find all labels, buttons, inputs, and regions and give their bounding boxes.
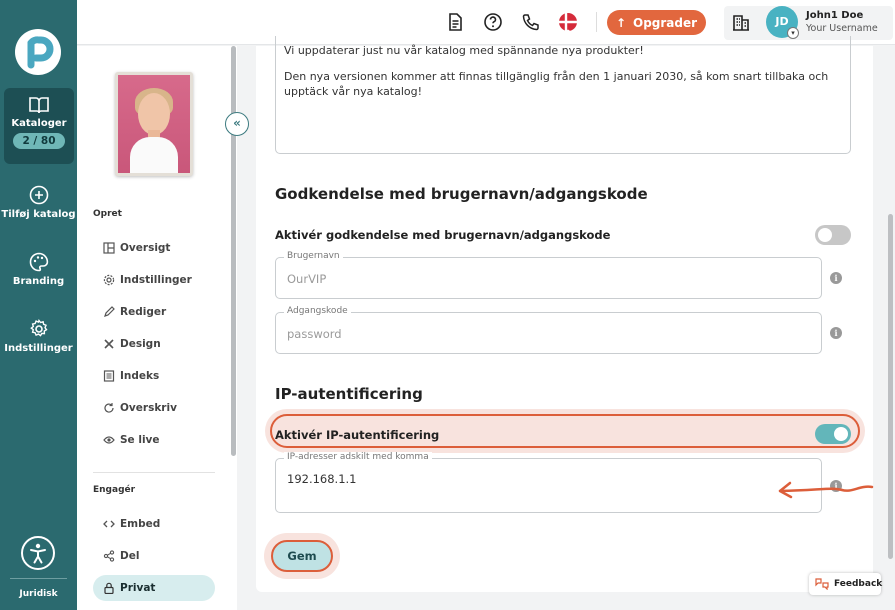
share-icon: [103, 550, 115, 562]
tools-icon: [104, 339, 114, 349]
auth-toggle[interactable]: [815, 225, 851, 245]
document-icon[interactable]: [445, 12, 465, 32]
nav-item-label: Overskriv: [120, 402, 177, 414]
username-field[interactable]: Brugernavn OurVIP: [275, 251, 822, 299]
password-field[interactable]: Adgangskode password: [275, 306, 822, 354]
arrow-up-icon: ↑: [615, 15, 626, 30]
nav-item-privat[interactable]: Privat: [93, 575, 215, 601]
phone-icon[interactable]: [521, 12, 541, 32]
ip-toggle-label: Aktivér IP-autentificering: [275, 428, 440, 442]
nav-item-label: Rediger: [120, 306, 167, 318]
juridisk-link[interactable]: Juridisk: [0, 589, 77, 599]
username-legend: Brugernavn: [284, 251, 343, 261]
ip-heading: IP-autentificering: [275, 385, 423, 403]
building-icon[interactable]: [731, 12, 751, 32]
nav-item-label: Del: [120, 550, 140, 562]
rail-divider: [10, 578, 67, 579]
nav-item-indeks[interactable]: Indeks: [93, 363, 215, 389]
danish-flag-icon[interactable]: [558, 12, 578, 32]
nav-item-label: Oversigt: [120, 242, 171, 254]
ip-value: 192.168.1.1: [287, 472, 357, 486]
nav-item-label: Embed: [120, 518, 161, 530]
rail-item-label: Tilføj katalog: [1, 209, 76, 220]
upgrade-button[interactable]: ↑ Opgrader: [607, 10, 706, 35]
main-scrollbar[interactable]: [888, 214, 893, 559]
catalog-count-badge: 2 / 80: [13, 133, 65, 149]
rail-item-tilfoj-katalog[interactable]: Tilføj katalog: [0, 185, 77, 220]
cover-image: [118, 75, 190, 173]
list-icon: [103, 370, 115, 382]
rail-item-branding[interactable]: Branding: [0, 252, 77, 287]
rail-item-label: Branding: [12, 276, 65, 287]
ip-toggle[interactable]: [815, 424, 851, 444]
nav-item-se-live[interactable]: Se live: [93, 427, 215, 453]
info-icon[interactable]: i: [830, 327, 842, 339]
toggle-knob: [834, 427, 848, 441]
accessibility-icon: [30, 543, 46, 564]
plus-circle-icon: [29, 185, 48, 205]
user-name: John1 Doe: [806, 10, 864, 21]
user-username: Your Username: [806, 23, 878, 34]
main-rail: Kataloger 2 / 80 Tilføj katalog Branding…: [0, 0, 77, 610]
toggle-knob: [818, 228, 832, 242]
refresh-icon: [104, 403, 114, 413]
section-opret: Opret: [93, 209, 122, 219]
feedback-button[interactable]: Feedback: [809, 573, 883, 595]
annotation-arrow-icon: [778, 481, 874, 499]
nav-item-del[interactable]: Del: [93, 543, 215, 569]
topbar-separator: [596, 12, 597, 32]
password-legend: Adgangskode: [284, 306, 351, 316]
nav-item-embed[interactable]: Embed: [93, 511, 215, 537]
ip-addresses-field[interactable]: IP-adresser adskilt med komma 192.168.1.…: [275, 452, 822, 513]
gear-icon: [29, 319, 48, 337]
section-engager: Engagér: [93, 485, 136, 495]
info-icon[interactable]: i: [830, 272, 842, 284]
layout-icon: [103, 242, 115, 254]
message-paragraph-1: Vi uppdaterar just nu vår katalog med sp…: [284, 44, 644, 57]
nav-item-oversigt[interactable]: Oversigt: [93, 235, 215, 261]
private-message-textarea[interactable]: Vi uppdaterar just nu vår katalog med sp…: [275, 36, 851, 154]
nav-item-overskriv[interactable]: Overskriv: [93, 395, 215, 421]
nav-item-label: Indstillinger: [120, 274, 192, 286]
upgrade-label: Opgrader: [633, 15, 698, 30]
gear-icon: [103, 274, 115, 286]
nav-item-label: Se live: [120, 434, 160, 446]
message-paragraph-2: Den nya versionen kommer att finnas till…: [284, 70, 829, 98]
rail-item-label: Indstillinger: [4, 343, 73, 354]
username-placeholder: OurVIP: [287, 272, 327, 286]
catalog-cover-thumbnail[interactable]: [115, 72, 193, 176]
accessibility-button[interactable]: [21, 536, 55, 570]
save-button[interactable]: Gem: [271, 540, 333, 572]
sidebar-divider: [93, 472, 215, 473]
nav-item-label: Design: [120, 338, 161, 350]
feedback-label: Feedback: [834, 579, 883, 589]
rail-item-indstillinger[interactable]: Indstillinger: [0, 319, 77, 354]
palette-icon: [29, 252, 48, 272]
eye-icon: [103, 436, 115, 444]
code-icon: [103, 520, 115, 528]
auth-heading: Godkendelse med brugernavn/adgangskode: [275, 185, 648, 203]
nav-item-label: Indeks: [120, 370, 160, 382]
collapse-sidebar-button[interactable]: «: [225, 112, 249, 136]
feedback-icon: [815, 578, 829, 590]
auth-toggle-label: Aktivér godkendelse med brugernavn/adgan…: [275, 228, 611, 242]
password-placeholder: password: [287, 327, 342, 341]
catalog-sidebar: Opret Oversigt Indstillinger Rediger Des…: [77, 46, 237, 610]
app-logo[interactable]: [15, 29, 61, 75]
rail-item-label: Kataloger: [11, 118, 67, 129]
book-open-icon: [29, 97, 49, 114]
privacy-settings-card: Vi uppdaterar just nu vår katalog med sp…: [256, 36, 874, 592]
pencil-icon: [104, 306, 115, 317]
lock-icon: [104, 582, 114, 594]
nav-item-indstillinger[interactable]: Indstillinger: [93, 267, 215, 293]
nav-item-label: Privat: [120, 582, 156, 594]
help-icon[interactable]: [483, 12, 503, 32]
nav-item-rediger[interactable]: Rediger: [93, 299, 215, 325]
sidebar-scrollbar[interactable]: [231, 46, 236, 456]
ip-legend: IP-adresser adskilt med komma: [284, 452, 432, 462]
rail-item-kataloger[interactable]: Kataloger 2 / 80: [4, 88, 74, 164]
nav-item-design[interactable]: Design: [93, 331, 215, 357]
